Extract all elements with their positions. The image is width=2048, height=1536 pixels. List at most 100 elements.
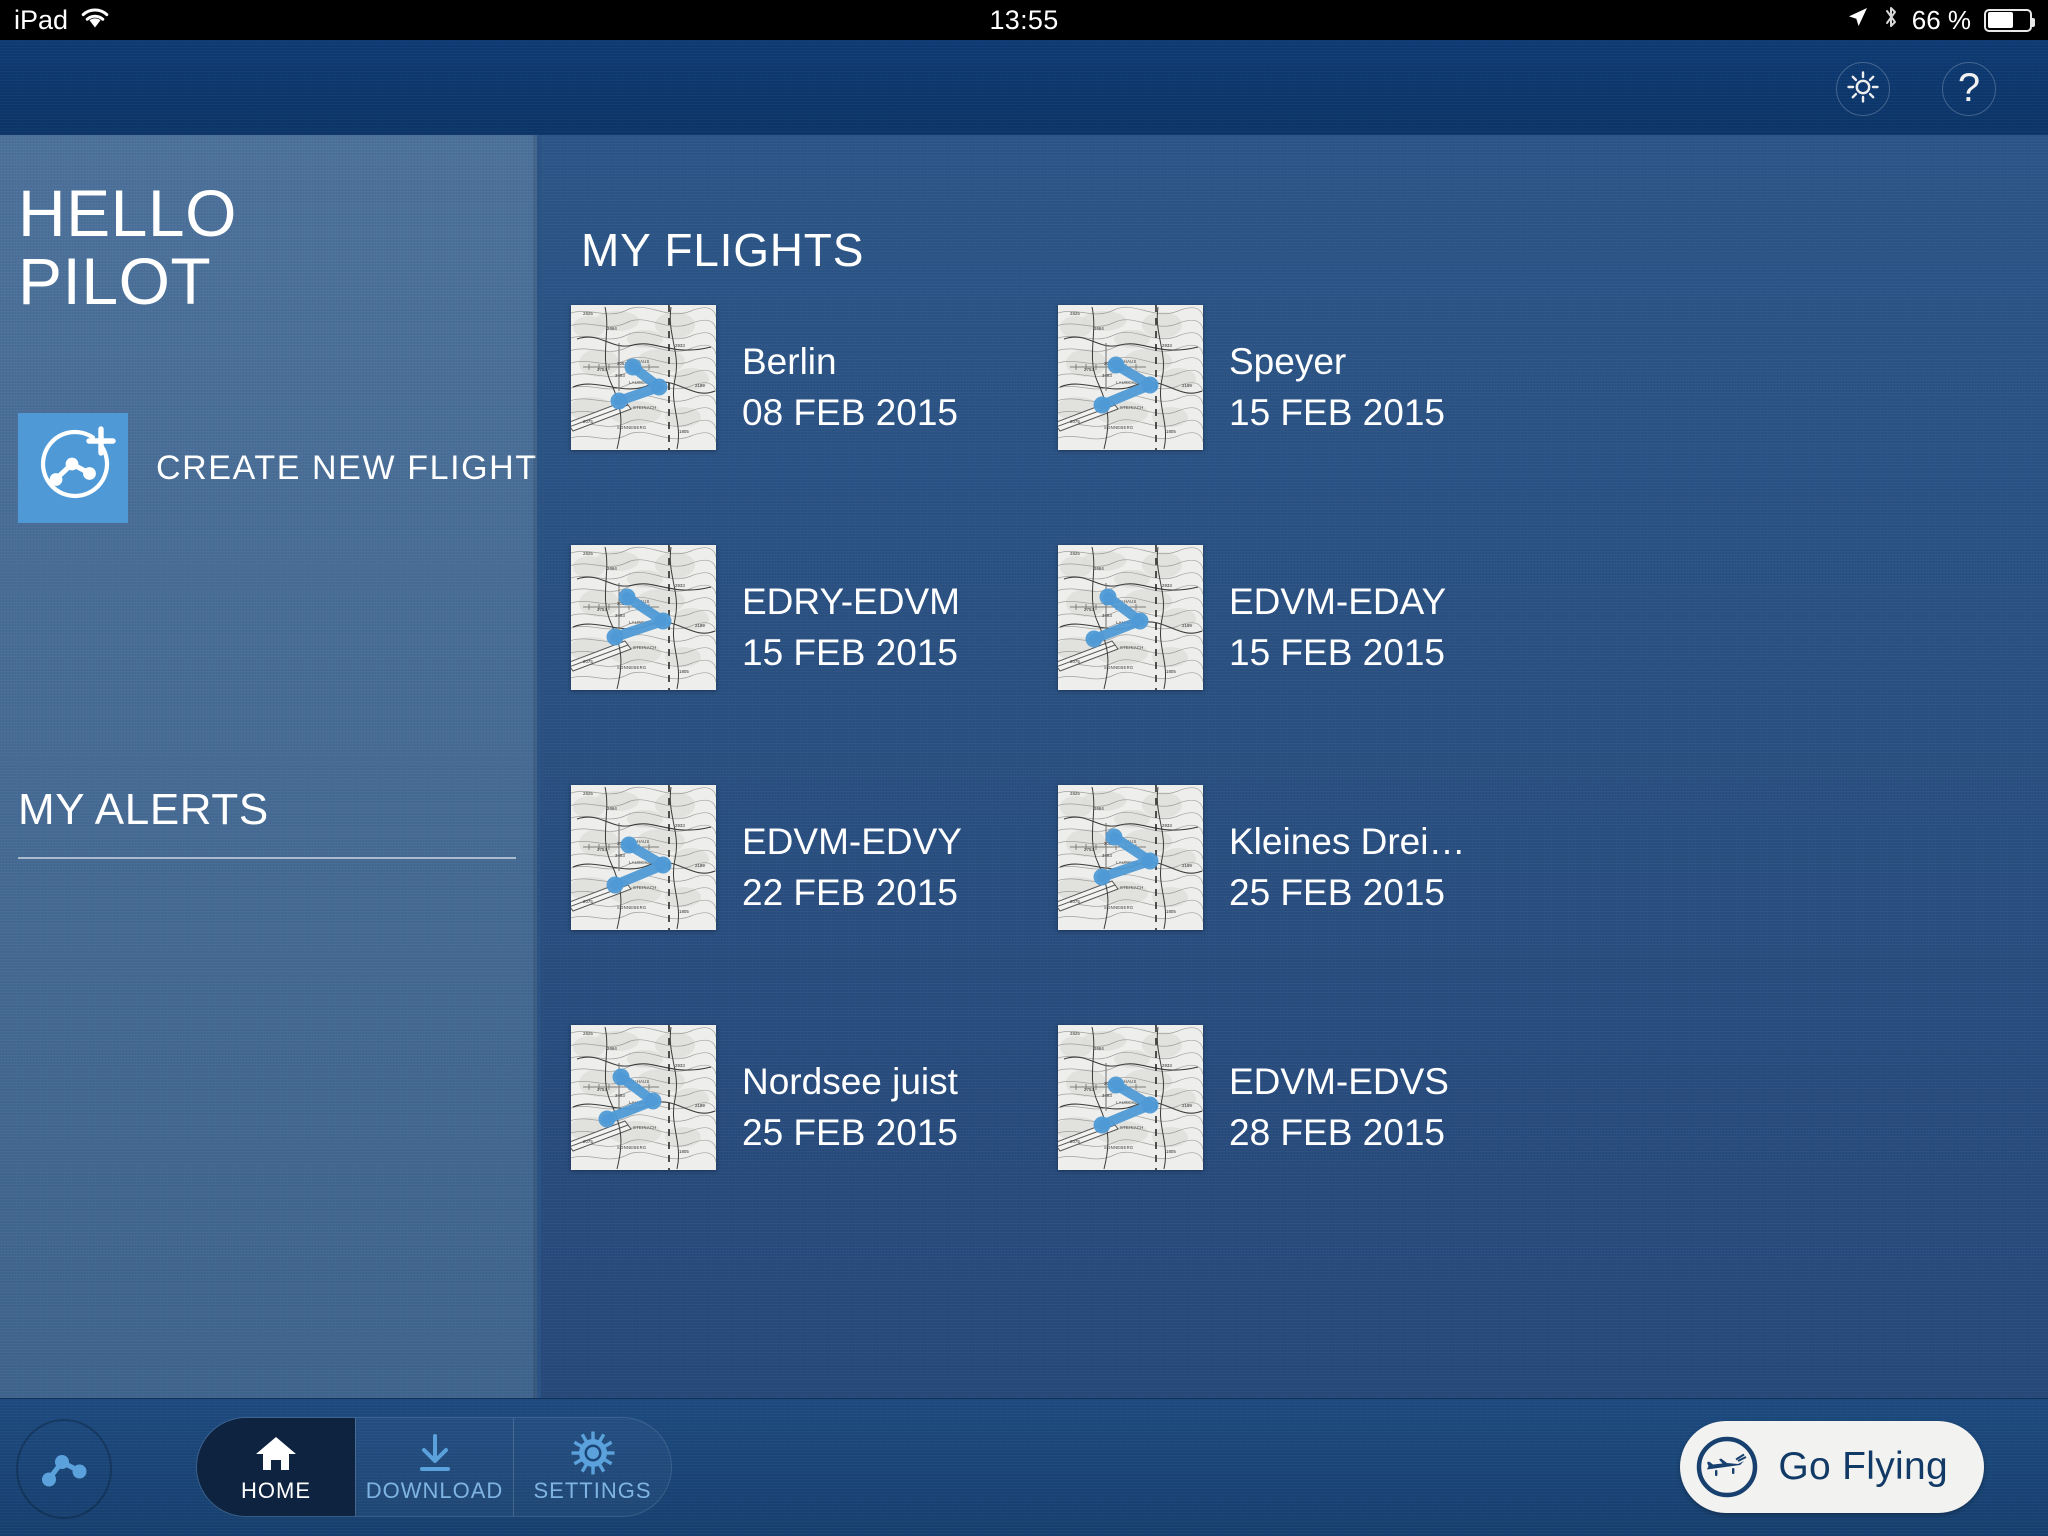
svg-text:2199: 2199: [695, 863, 705, 868]
svg-text:2664: 2664: [607, 566, 617, 571]
flight-name: Nordsee juist: [742, 1061, 958, 1102]
svg-text:1805: 1805: [1166, 669, 1176, 674]
svg-text:2075: 2075: [1070, 659, 1080, 664]
svg-text:2825: 2825: [1070, 551, 1080, 556]
flight-date: 15 FEB 2015: [742, 631, 958, 673]
svg-text:3493: 3493: [615, 373, 625, 378]
svg-text:SONNEBERG: SONNEBERG: [1104, 1145, 1133, 1150]
svg-text:SONNEBERG: SONNEBERG: [1104, 665, 1133, 670]
svg-text:2825: 2825: [1070, 791, 1080, 796]
svg-text:2075: 2075: [583, 899, 593, 904]
nav-tab-download[interactable]: DOWNLOAD: [355, 1418, 513, 1516]
svg-text:SONNEBERG: SONNEBERG: [617, 665, 646, 670]
route-icon: [35, 1438, 93, 1501]
location-arrow-icon: [1846, 5, 1870, 36]
status-bar-clock: 13:55: [989, 4, 1059, 35]
svg-text:SONNEBERG: SONNEBERG: [1104, 425, 1133, 430]
nav-tab-label: SETTINGS: [533, 1477, 652, 1503]
brightness-icon: [1846, 70, 1880, 109]
help-button[interactable]: ?: [1942, 62, 1996, 116]
svg-text:1805: 1805: [1166, 1149, 1176, 1154]
svg-text:SONNEBERG: SONNEBERG: [617, 425, 646, 430]
flight-card[interactable]: 282526642933219927533493207518052053SONN…: [1058, 305, 1545, 545]
flight-name: EDVM-EDVY: [742, 821, 962, 862]
svg-text:SONNEBERG: SONNEBERG: [1104, 905, 1133, 910]
bottom-toolbar: HOME DOWNLOAD SETTINGS Go Flying: [0, 1398, 2048, 1536]
flight-card[interactable]: 282526642933219927533493207518052053SONN…: [571, 305, 1058, 545]
flight-card[interactable]: 282526642933219927533493207518052053SONN…: [571, 545, 1058, 785]
flight-info: Kleines Drei… 25 FEB 2015: [1229, 785, 1465, 914]
brightness-button[interactable]: [1836, 62, 1890, 116]
svg-text:2825: 2825: [583, 1031, 593, 1036]
flight-date: 22 FEB 2015: [742, 871, 958, 913]
svg-text:3493: 3493: [1102, 1093, 1112, 1098]
svg-text:2825: 2825: [1070, 1031, 1080, 1036]
app-root: iPad 13:55 66 % ? HELLO PILOT CREATE NEW…: [0, 0, 2048, 1536]
svg-text:2753: 2753: [597, 1087, 607, 1092]
map-thumbnail[interactable]: 282526642933219927533493207518052053SONN…: [1058, 1025, 1203, 1170]
svg-text:2199: 2199: [1182, 1103, 1192, 1108]
map-thumbnail[interactable]: 282526642933219927533493207518052053SONN…: [1058, 545, 1203, 690]
airplane-circle-icon: [1694, 1434, 1760, 1500]
nav-tab-settings[interactable]: SETTINGS: [513, 1418, 671, 1516]
svg-text:2753: 2753: [597, 367, 607, 372]
map-thumbnail[interactable]: 282526642933219927533493207518052053SONN…: [571, 305, 716, 450]
flight-card[interactable]: 282526642933219927533493207518052053SONN…: [1058, 1025, 1545, 1265]
svg-text:2199: 2199: [695, 383, 705, 388]
flight-name: EDVM-EDAY: [1229, 581, 1447, 622]
svg-text:STEINACH: STEINACH: [1120, 405, 1144, 410]
flight-name: Berlin: [742, 341, 837, 382]
flight-card[interactable]: 282526642933219927533493207518052053SONN…: [571, 785, 1058, 1025]
go-flying-label: Go Flying: [1778, 1445, 1948, 1488]
svg-text:2933: 2933: [1162, 343, 1172, 348]
svg-text:1805: 1805: [679, 669, 689, 674]
map-thumbnail[interactable]: 282526642933219927533493207518052053SONN…: [1058, 305, 1203, 450]
flight-card[interactable]: 282526642933219927533493207518052053SONN…: [1058, 785, 1545, 1025]
flight-info: EDVM-EDVS 28 FEB 2015: [1229, 1025, 1449, 1154]
svg-text:1805: 1805: [1166, 429, 1176, 434]
greeting-line-2: PILOT: [18, 243, 212, 318]
svg-text:2825: 2825: [1070, 311, 1080, 316]
map-thumbnail[interactable]: 282526642933219927533493207518052053SONN…: [1058, 785, 1203, 930]
create-new-flight-button[interactable]: CREATE NEW FLIGHT: [18, 413, 538, 523]
svg-text:2075: 2075: [1070, 899, 1080, 904]
svg-text:3493: 3493: [1102, 613, 1112, 618]
map-thumbnail[interactable]: 282526642933219927533493207518052053SONN…: [571, 785, 716, 930]
flight-name: EDVM-EDVS: [1229, 1061, 1449, 1102]
svg-text:2075: 2075: [1070, 1139, 1080, 1144]
nav-tab-label: DOWNLOAD: [365, 1477, 504, 1503]
svg-text:2664: 2664: [1094, 566, 1104, 571]
svg-text:2933: 2933: [1162, 823, 1172, 828]
flight-date: 08 FEB 2015: [742, 391, 958, 433]
flight-card[interactable]: 282526642933219927533493207518052053SONN…: [571, 1025, 1058, 1265]
go-flying-button[interactable]: Go Flying: [1680, 1421, 1984, 1513]
battery-percent-label: 66 %: [1911, 4, 1971, 35]
map-thumbnail[interactable]: 282526642933219927533493207518052053SONN…: [571, 1025, 716, 1170]
svg-text:2933: 2933: [1162, 583, 1172, 588]
svg-text:2199: 2199: [695, 623, 705, 628]
svg-text:3493: 3493: [615, 853, 625, 858]
svg-text:2664: 2664: [1094, 326, 1104, 331]
flight-card[interactable]: 282526642933219927533493207518052053SONN…: [1058, 545, 1545, 785]
svg-text:2664: 2664: [1094, 806, 1104, 811]
app-header-bar: ?: [0, 40, 2048, 135]
svg-text:1805: 1805: [679, 429, 689, 434]
svg-text:SONNEBERG: SONNEBERG: [617, 1145, 646, 1150]
svg-text:2933: 2933: [1162, 1063, 1172, 1068]
svg-text:3493: 3493: [615, 613, 625, 618]
svg-text:STEINACH: STEINACH: [633, 645, 657, 650]
svg-text:1805: 1805: [679, 1149, 689, 1154]
map-thumbnail[interactable]: 282526642933219927533493207518052053SONN…: [571, 545, 716, 690]
home-icon: [254, 1431, 298, 1475]
svg-text:STEINACH: STEINACH: [633, 885, 657, 890]
flight-name: EDRY-EDVM: [742, 581, 960, 622]
nav-tab-home[interactable]: HOME: [197, 1418, 355, 1516]
my-flights-heading: MY FLIGHTS: [581, 224, 865, 276]
svg-text:STEINACH: STEINACH: [1120, 645, 1144, 650]
svg-text:2664: 2664: [607, 1046, 617, 1051]
create-new-flight-tile[interactable]: [18, 413, 128, 523]
route-badge-button[interactable]: [16, 1419, 112, 1519]
svg-text:STEINACH: STEINACH: [633, 1125, 657, 1130]
svg-text:3493: 3493: [1102, 373, 1112, 378]
greeting-line-1: HELLO: [18, 176, 237, 250]
